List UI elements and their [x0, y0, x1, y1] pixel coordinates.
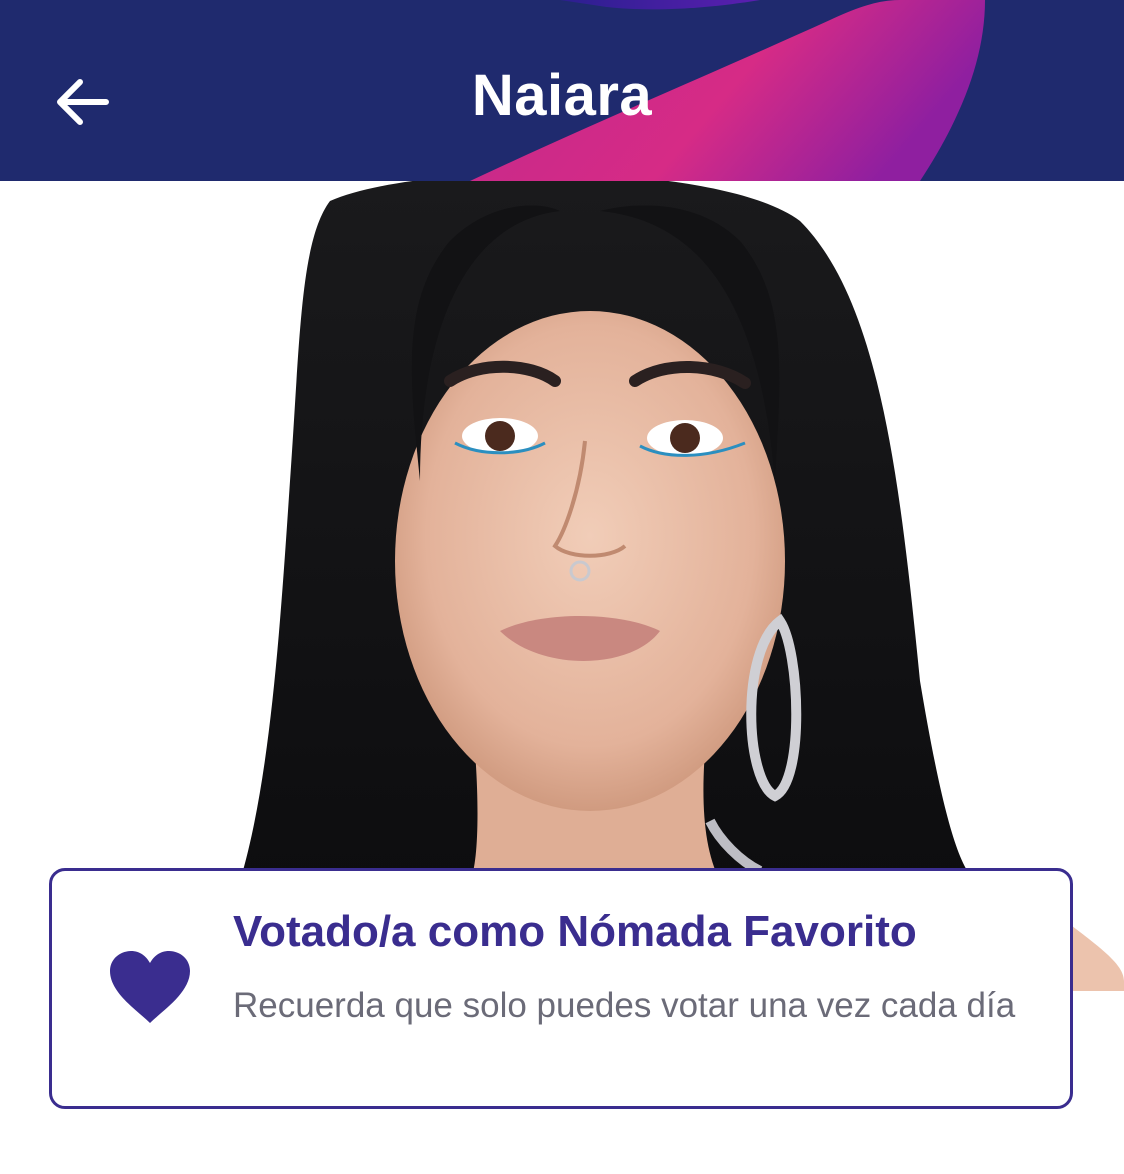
contestant-screen: Naiara Votado/a como Nómada Favorito Rec…: [0, 0, 1124, 1174]
top-app-bar: Naiara: [0, 0, 1124, 181]
vote-card-subtitle: Recuerda que solo puedes votar una vez c…: [233, 986, 1016, 1025]
page-title: Naiara: [471, 63, 653, 128]
heart-icon: [110, 951, 190, 1023]
vote-card-title: Votado/a como Nómada Favorito: [233, 907, 917, 956]
vote-confirmation-card: Votado/a como Nómada Favorito Recuerda q…: [49, 868, 1073, 1109]
